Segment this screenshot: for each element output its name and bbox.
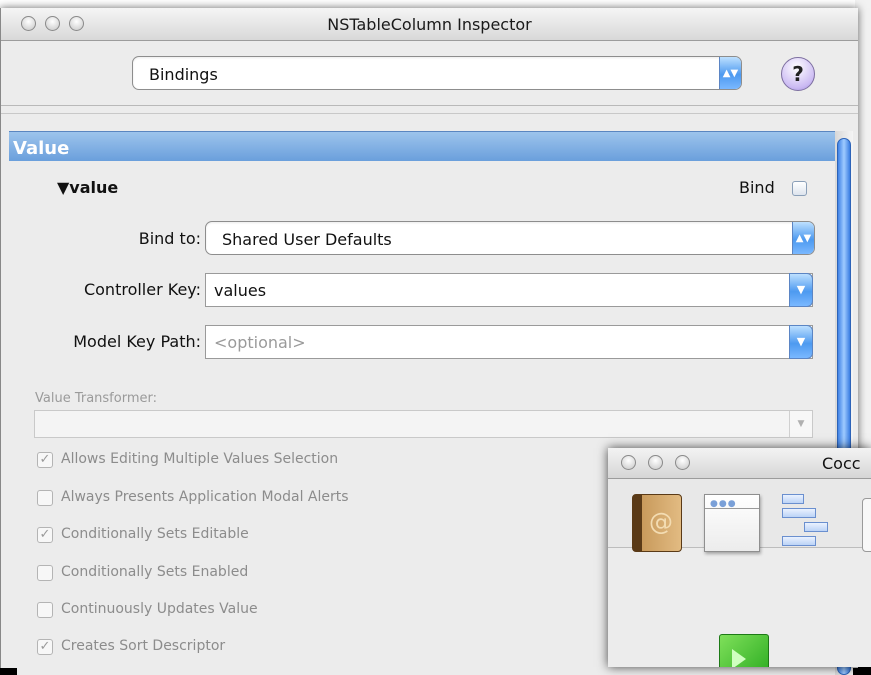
cube-icon[interactable]: [719, 634, 769, 667]
outline-node-icon: [782, 494, 804, 504]
window-toolbar-line: [705, 508, 759, 509]
outline-node-icon: [782, 508, 816, 518]
top-separator: [1, 113, 858, 114]
option-label: Always Presents Application Modal Alerts: [61, 489, 349, 505]
option-label: Allows Editing Multiple Values Selection: [61, 451, 339, 467]
at-glyph: @: [649, 508, 673, 536]
inspector-mode-popup[interactable]: Bindings ▲▼: [132, 56, 742, 90]
option-checkbox-checked[interactable]: ✓: [37, 639, 53, 655]
bind-label: Bind: [739, 178, 775, 197]
controller-key-combo[interactable]: values ▼: [205, 273, 813, 307]
outline-node-icon: [804, 522, 828, 532]
model-key-path-dropdown-icon[interactable]: ▼: [789, 325, 813, 359]
model-key-path-placeholder: <optional>: [214, 333, 306, 352]
outline-view-icon[interactable]: [782, 494, 828, 552]
value-transformer-label: Value Transformer:: [35, 391, 157, 406]
option-checkbox-unchecked[interactable]: [37, 565, 53, 581]
palette-minimize-button[interactable]: [648, 455, 663, 470]
inspector-titlebar[interactable]: NSTableColumn Inspector: [1, 8, 858, 41]
palette-titlebar[interactable]: Cocc: [608, 448, 871, 479]
inspector-top-area: Bindings ▲▼: [1, 41, 858, 106]
help-button[interactable]: ?: [781, 57, 815, 91]
popup-updown-icon: ▲▼: [719, 57, 741, 89]
option-checkbox-unchecked[interactable]: [37, 490, 53, 506]
option-checkbox-checked[interactable]: ✓: [37, 527, 53, 543]
option-label: Conditionally Sets Editable: [61, 526, 249, 542]
bind-checkbox[interactable]: [792, 181, 807, 196]
value-transformer-dropdown-icon[interactable]: ▼: [789, 411, 812, 437]
option-checkbox-checked[interactable]: ✓: [37, 452, 53, 468]
option-label: Conditionally Sets Enabled: [61, 564, 249, 580]
outline-node-icon: [782, 536, 816, 546]
section-title: Value: [13, 138, 70, 159]
option-checkbox-unchecked[interactable]: [37, 602, 53, 618]
model-key-path-label: Model Key Path:: [73, 332, 201, 351]
window-palette-icon[interactable]: ●●●: [704, 494, 760, 552]
value-disclosure-toggle[interactable]: ▼value: [57, 178, 118, 197]
help-icon: ?: [792, 62, 804, 86]
palette-window[interactable]: Cocc @ ●●●: [608, 448, 871, 667]
next-palette-icon[interactable]: [862, 498, 871, 552]
controller-key-label: Controller Key:: [83, 280, 201, 299]
controller-key-dropdown-icon[interactable]: ▼: [789, 273, 813, 307]
value-transformer-combo[interactable]: ▼: [34, 410, 813, 438]
inspector-mode-value: Bindings: [149, 65, 218, 84]
bind-to-value: Shared User Defaults: [222, 230, 392, 249]
palette-close-button[interactable]: [621, 455, 636, 470]
bind-to-popup[interactable]: Shared User Defaults ▲▼: [205, 221, 815, 255]
option-label: Continuously Updates Value: [61, 601, 258, 617]
palette-title: Cocc: [822, 454, 861, 473]
model-key-path-combo[interactable]: <optional> ▼: [205, 325, 813, 359]
play-triangle-icon: [732, 649, 746, 667]
section-header-value[interactable]: Value: [9, 131, 835, 161]
address-book-icon[interactable]: @: [632, 494, 682, 552]
controller-key-value: values: [214, 281, 267, 300]
window-title: NSTableColumn Inspector: [327, 15, 532, 34]
option-label: Creates Sort Descriptor: [61, 638, 226, 654]
bind-to-updown-icon: ▲▼: [792, 222, 814, 254]
bind-to-label: Bind to:: [138, 229, 201, 248]
palette-zoom-button[interactable]: [675, 455, 690, 470]
